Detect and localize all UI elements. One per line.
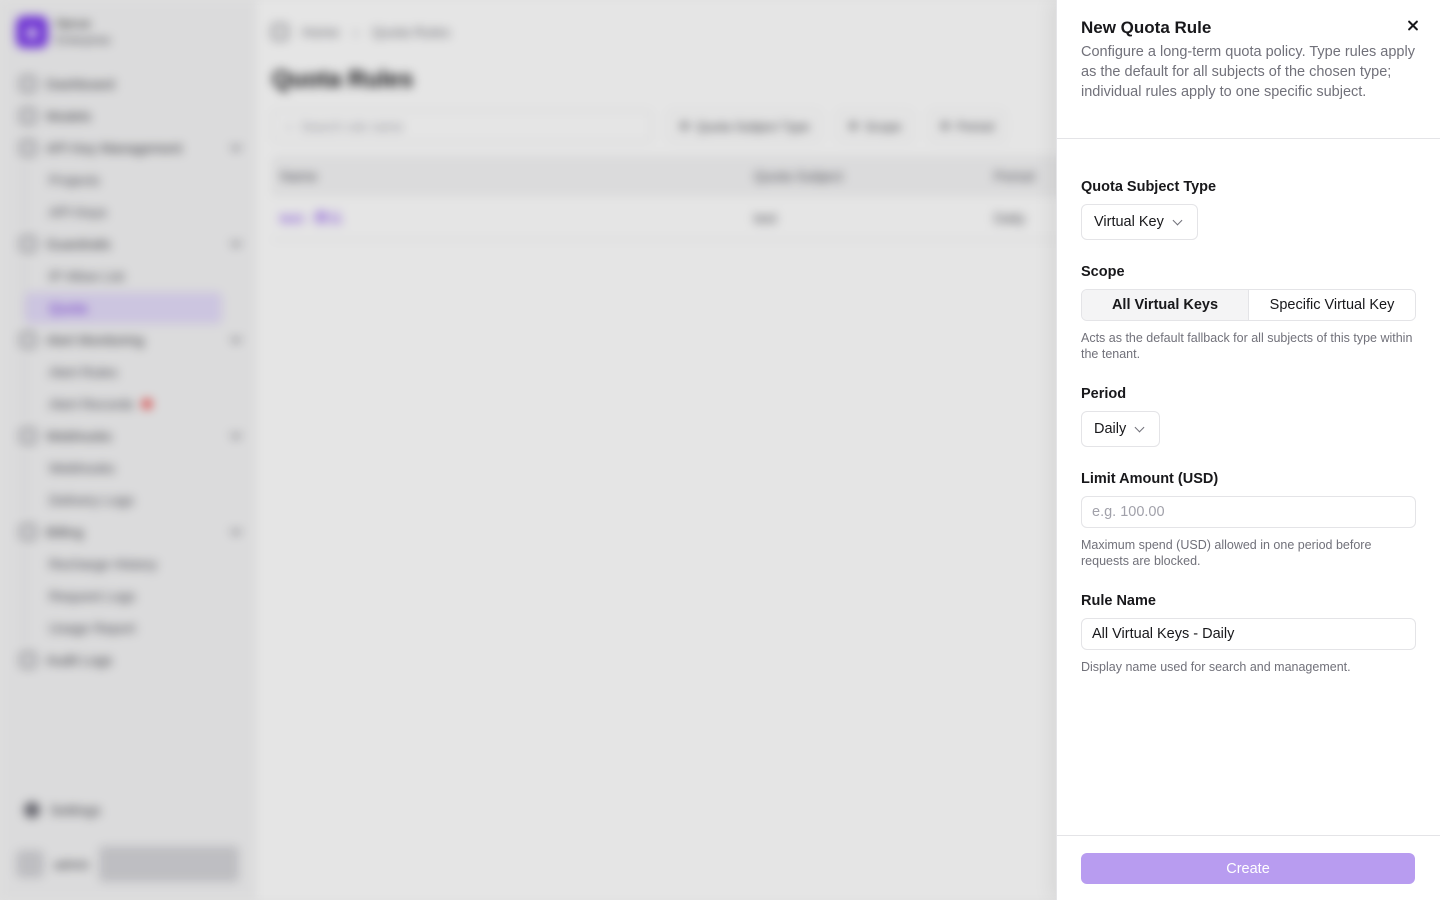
- period-value: Daily: [1094, 421, 1127, 437]
- scope-option-all-virtual-keys[interactable]: All Virtual Keys: [1082, 290, 1248, 320]
- drawer-form: Quota Subject Type Virtual Key Scope All…: [1057, 139, 1440, 675]
- create-button[interactable]: Create: [1081, 853, 1415, 884]
- chevron-down-icon: [1172, 215, 1183, 225]
- chevron-down-icon: [1134, 422, 1145, 432]
- scope-hint: Acts as the default fallback for all sub…: [1081, 331, 1413, 361]
- scope-label: Scope: [1081, 264, 1125, 280]
- subject-type-field: Quota Subject Type Virtual Key: [1081, 177, 1416, 240]
- subject-type-select[interactable]: Virtual Key: [1081, 204, 1198, 240]
- drawer-header: New Quota Rule Configure a long-term quo…: [1057, 0, 1440, 139]
- rule-name-input[interactable]: [1081, 618, 1416, 650]
- new-quota-rule-drawer: New Quota Rule Configure a long-term quo…: [1056, 0, 1440, 900]
- period-select[interactable]: Daily: [1081, 411, 1161, 447]
- rule-name-hint: Display name used for search and managem…: [1081, 660, 1351, 674]
- subject-type-value: Virtual Key: [1094, 214, 1164, 230]
- rule-name-label: Rule Name: [1081, 593, 1156, 609]
- scope-toggle: All Virtual Keys Specific Virtual Key: [1081, 289, 1416, 321]
- scope-option-specific-virtual-key[interactable]: Specific Virtual Key: [1248, 290, 1415, 320]
- limit-field: Limit Amount (USD) Maximum spend (USD) a…: [1081, 469, 1416, 569]
- limit-hint: Maximum spend (USD) allowed in one perio…: [1081, 538, 1372, 568]
- subject-type-label: Quota Subject Type: [1081, 179, 1217, 195]
- period-field: Period Daily: [1081, 384, 1416, 447]
- drawer-footer: Create: [1057, 835, 1440, 900]
- period-label: Period: [1081, 386, 1127, 402]
- limit-label: Limit Amount (USD): [1081, 471, 1219, 487]
- close-icon[interactable]: [1404, 17, 1422, 35]
- drawer-title: New Quota Rule: [1081, 18, 1212, 37]
- scope-field: Scope All Virtual Keys Specific Virtual …: [1081, 262, 1416, 362]
- rule-name-field: Rule Name Display name used for search a…: [1081, 591, 1416, 675]
- limit-amount-input[interactable]: [1081, 496, 1416, 528]
- drawer-description: Configure a long-term quota policy. Type…: [1081, 44, 1415, 100]
